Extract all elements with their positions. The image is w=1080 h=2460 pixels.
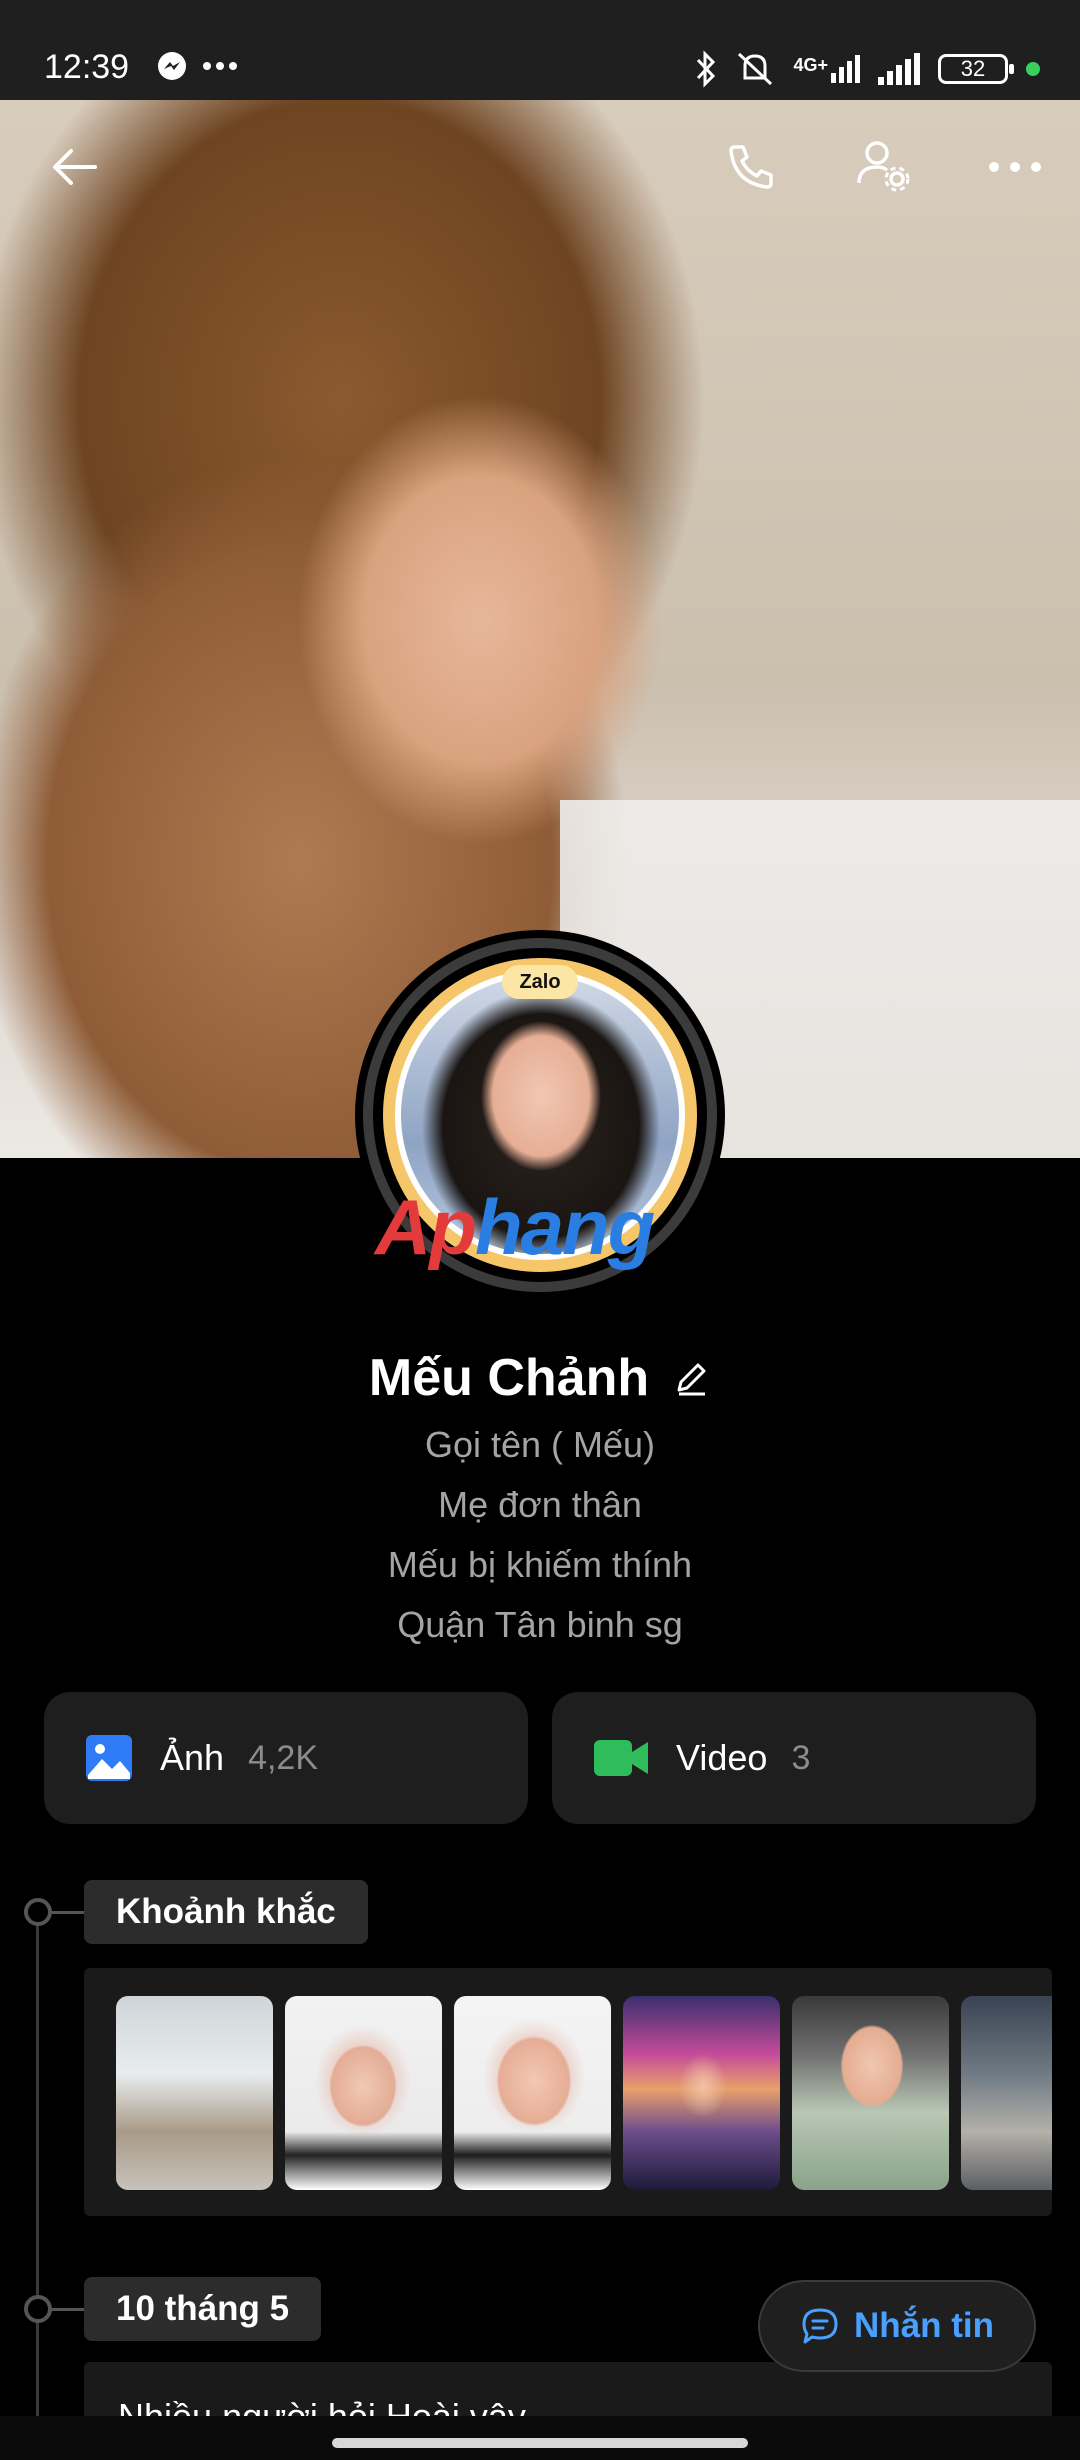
signal-4g-icon: 4G+ [793,55,860,83]
system-nav-bar [0,2416,1080,2460]
moment-thumbnail[interactable] [116,1996,273,2190]
photos-label: Ảnh [160,1737,225,1778]
moment-thumbnail[interactable] [792,1996,949,2190]
messenger-icon [158,52,186,80]
moment-thumbnail[interactable] [285,1996,442,2190]
profile-name-row: Mếu Chảnh [0,1348,1080,1408]
battery-icon: 32 [938,54,1014,84]
videos-button[interactable]: Video 3 [552,1692,1036,1824]
bio-line: Mếu bị khiếm thính [387,1544,693,1585]
mute-icon [738,52,773,86]
home-indicator[interactable] [332,2438,748,2448]
back-button[interactable] [40,132,110,202]
video-camera-icon [594,1740,648,1776]
message-button[interactable]: Nhắn tin [758,2280,1036,2372]
privacy-indicator [1026,62,1040,76]
zalo-badge: Zalo [502,965,578,999]
edit-pencil-icon[interactable] [671,1358,711,1398]
status-time: 12:39 [44,48,130,86]
chat-bubble-icon [802,2308,838,2344]
photos-count: 4,2K [248,1738,319,1777]
moment-thumbnail[interactable] [454,1996,611,2190]
status-bar: 12:39 4G+ 32 [0,0,1080,100]
bio-line: Gọi tên ( Mếu) [424,1424,656,1465]
more-horizontal-icon [989,162,1041,172]
user-settings-icon [857,141,910,192]
call-button[interactable] [716,132,786,202]
image-icon [86,1735,132,1781]
moments-label: Khoảnh khắc [84,1880,368,1944]
moments-strip[interactable] [84,1968,1052,2216]
more-options-button[interactable] [980,132,1050,202]
top-action-bar [0,100,1080,230]
watermark-logo: Aphang [375,1183,655,1271]
timeline-dot [24,2295,52,2323]
moment-thumbnail[interactable] [961,1996,1052,2190]
bluetooth-icon [697,50,716,88]
bio-line: Quận Tân binh sg [397,1604,683,1645]
timeline-line [36,1912,39,2460]
profile-name: Mếu Chảnh [368,1349,650,1407]
photos-button[interactable]: Ảnh 4,2K [44,1692,528,1824]
network-label: 4G+ [793,55,828,75]
profile-settings-button[interactable] [848,132,918,202]
bio-line: Mẹ đơn thân [438,1484,642,1525]
battery-level: 32 [960,56,986,81]
signal-icon [878,53,920,85]
videos-count: 3 [791,1738,811,1777]
phone-icon [729,145,773,189]
date-label: 10 tháng 5 [84,2277,322,2341]
timeline-dot [24,1898,52,1926]
videos-label: Video [676,1737,768,1778]
moment-thumbnail[interactable] [623,1996,780,2190]
more-dots-icon [203,62,237,70]
message-button-label: Nhắn tin [854,2306,994,2345]
arrow-left-icon [53,149,97,185]
